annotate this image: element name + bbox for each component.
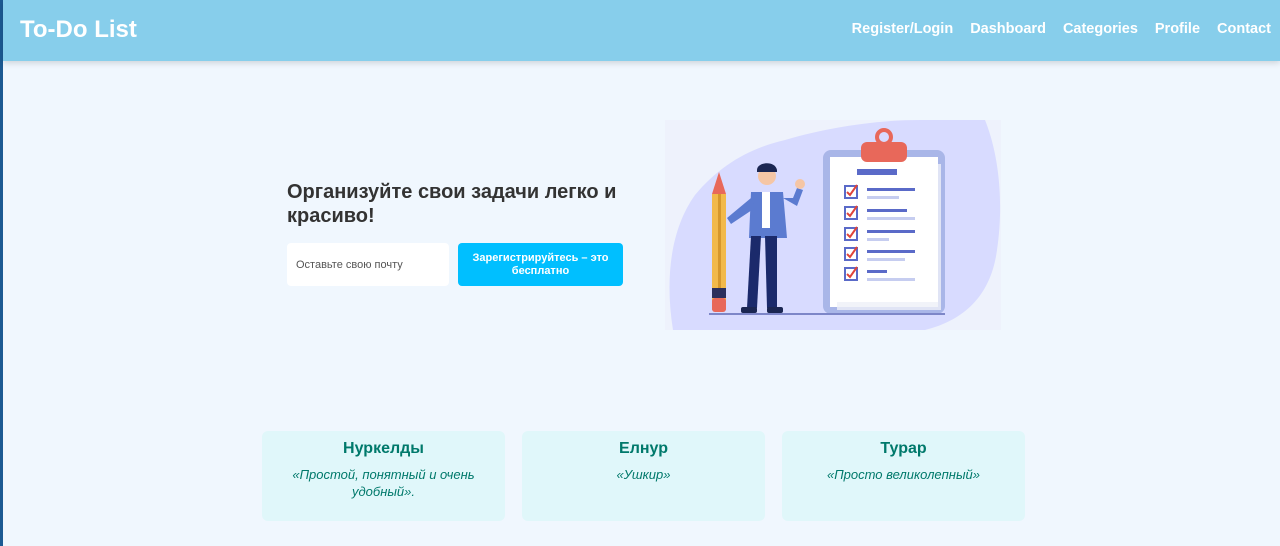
testimonial-card: Турар «Просто великолепный» <box>782 431 1025 521</box>
testimonial-card: Елнур «Ушкир» <box>522 431 765 521</box>
nav-link-register-login[interactable]: Register/Login <box>852 21 954 37</box>
testimonial-author: Елнур <box>619 440 668 457</box>
testimonial-quote: «Простой, понятный и очень удобный». <box>292 467 475 499</box>
pencil-icon <box>712 172 726 312</box>
testimonial-quote: «Ушкир» <box>616 467 671 482</box>
testimonial-card: Нуркелды «Простой, понятный и очень удоб… <box>262 431 505 521</box>
signup-button[interactable]: Зарегистрируйтесь – это бесплатно <box>458 243 623 286</box>
testimonial-quote: «Просто великолепный» <box>827 467 980 482</box>
navbar: To-Do List Register/Login Dashboard Cate… <box>3 0 1280 61</box>
todo-illustration <box>665 120 1001 330</box>
nav-link-contact[interactable]: Contact <box>1217 21 1271 37</box>
nav-link-categories[interactable]: Categories <box>1063 21 1138 37</box>
nav-link-dashboard[interactable]: Dashboard <box>970 21 1046 37</box>
testimonial-author: Нуркелды <box>343 440 424 457</box>
nav-links: Register/Login Dashboard Categories Prof… <box>852 21 1271 37</box>
nav-link-profile[interactable]: Profile <box>1155 21 1200 37</box>
testimonials-section: Нуркелды «Простой, понятный и очень удоб… <box>262 431 1025 521</box>
ground-line <box>709 313 945 315</box>
email-input[interactable] <box>287 243 449 286</box>
brand-logo-link[interactable]: To-Do List <box>20 16 137 44</box>
testimonial-author: Турар <box>880 440 927 457</box>
clipboard-icon <box>823 128 945 314</box>
hero-title: Организуйте свои задачи легко и красиво! <box>287 181 617 227</box>
